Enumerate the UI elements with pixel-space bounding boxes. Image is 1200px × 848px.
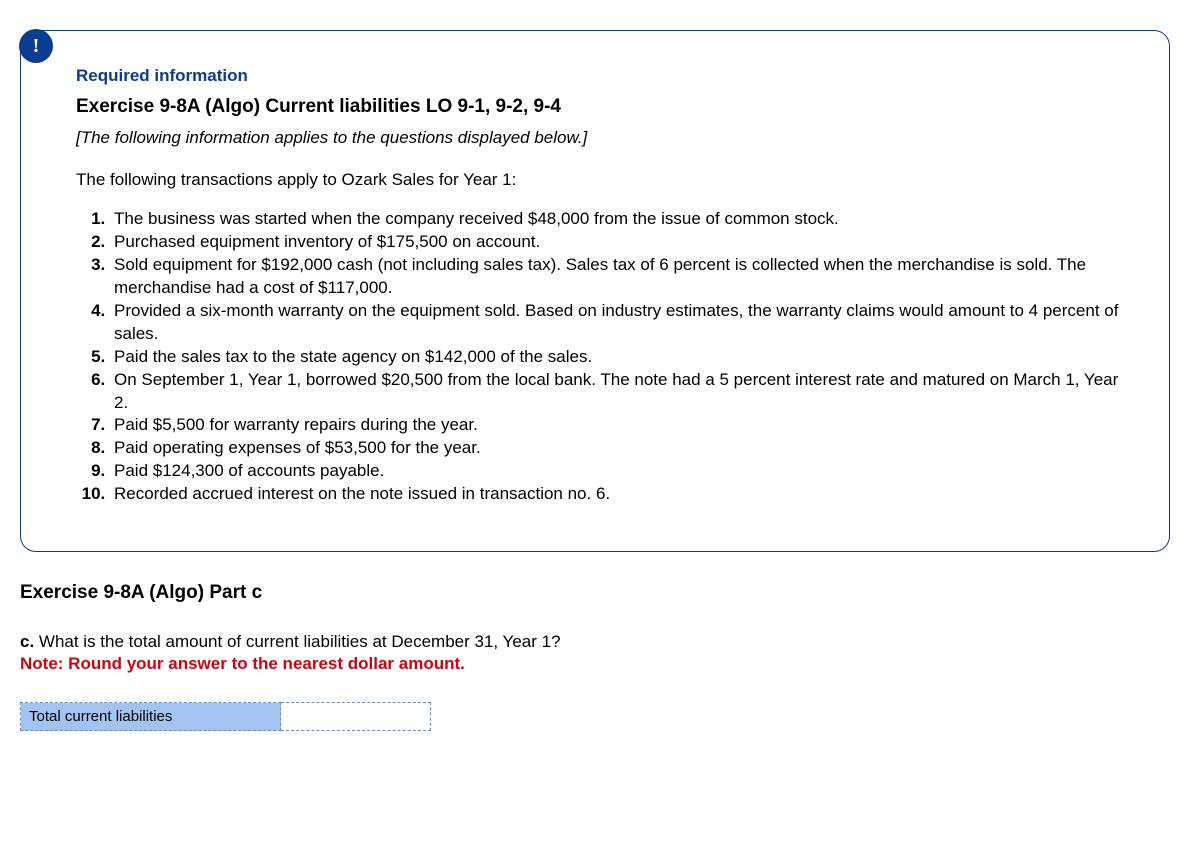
transaction-item: Paid $5,500 for warranty repairs during …	[110, 414, 1129, 437]
transaction-item: The business was started when the compan…	[110, 208, 1129, 231]
question-text: c. What is the total amount of current l…	[20, 632, 1170, 652]
transaction-item: Sold equipment for $192,000 cash (not in…	[110, 254, 1129, 300]
exercise-title: Exercise 9-8A (Algo) Current liabilities…	[76, 96, 1129, 118]
question-body: What is the total amount of current liab…	[34, 632, 560, 651]
answer-cell[interactable]	[281, 703, 431, 731]
transaction-item: Purchased equipment inventory of $175,50…	[110, 231, 1129, 254]
transactions-list: The business was started when the compan…	[76, 208, 1129, 506]
rounding-note: Note: Round your answer to the nearest d…	[20, 654, 1170, 674]
transaction-item: Paid operating expenses of $53,500 for t…	[110, 437, 1129, 460]
answer-table: Total current liabilities	[20, 702, 431, 731]
transactions-intro: The following transactions apply to Ozar…	[76, 170, 1129, 190]
part-title: Exercise 9-8A (Algo) Part c	[20, 582, 1170, 604]
required-information-heading: Required information	[76, 66, 1129, 86]
transaction-item: Provided a six-month warranty on the equ…	[110, 300, 1129, 346]
transaction-item: Paid the sales tax to the state agency o…	[110, 346, 1129, 369]
answer-row-label: Total current liabilities	[21, 703, 281, 731]
required-information-panel: ! Required information Exercise 9-8A (Al…	[20, 30, 1170, 552]
transaction-item: On September 1, Year 1, borrowed $20,500…	[110, 369, 1129, 415]
table-row: Total current liabilities	[21, 703, 431, 731]
info-icon: !	[19, 29, 53, 63]
transaction-item: Recorded accrued interest on the note is…	[110, 483, 1129, 506]
question-letter: c.	[20, 632, 34, 651]
total-current-liabilities-input[interactable]	[289, 707, 422, 726]
applies-note: [The following information applies to th…	[76, 128, 1129, 148]
transaction-item: Paid $124,300 of accounts payable.	[110, 460, 1129, 483]
